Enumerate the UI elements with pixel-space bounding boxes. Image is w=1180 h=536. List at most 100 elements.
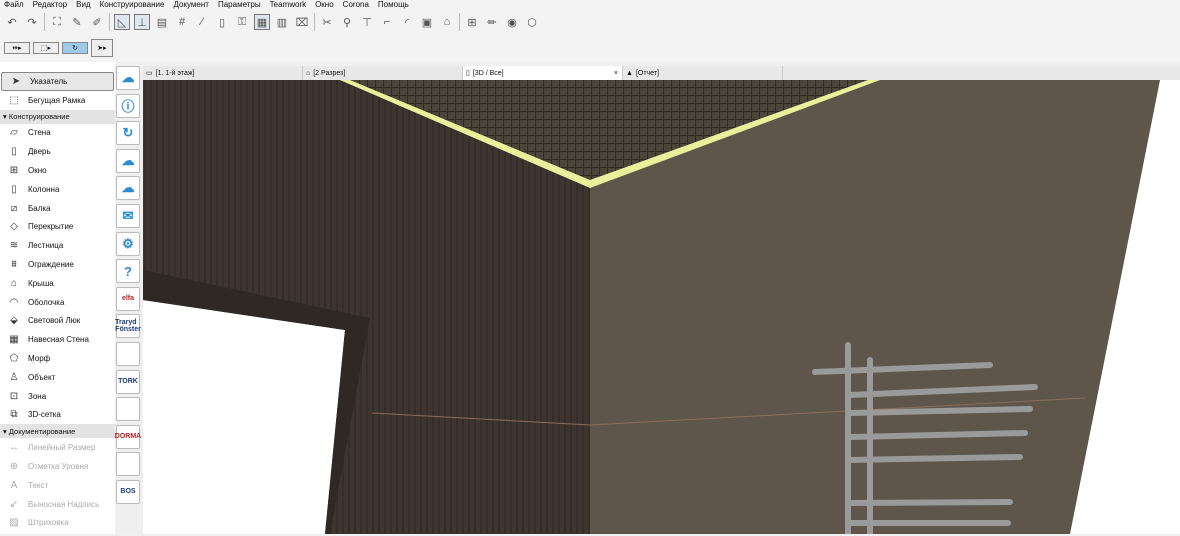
plugin-button[interactable]: elfa [116,286,140,311]
menu-item[interactable]: Конструирование [100,0,165,10]
tool-slab[interactable]: ◇ Перекрытие [0,218,115,237]
grid-icon[interactable]: # [174,14,190,30]
arc-icon[interactable]: ◜ [399,14,415,30]
tool-beam[interactable]: ⧄ Балка [0,199,115,218]
toolbox-grip [0,62,115,72]
plugin-button[interactable]: ? [116,259,140,284]
eyedropper-icon[interactable]: ✎ [69,14,85,30]
tool-window[interactable]: ⊞ Окно [0,161,115,180]
renovation-icon[interactable]: ▦ [254,14,270,30]
tool-door[interactable]: ▯ Дверь [0,142,115,161]
plugin-icon: ☁ [121,70,135,85]
menu-item[interactable]: Файл [4,0,24,10]
slab-icon: ◇ [10,221,18,233]
layer-icon[interactable]: ▤ [154,14,170,30]
lock-icon[interactable]: ⚿ [234,14,250,30]
tool-stair[interactable]: ≋ Лестница [0,236,115,255]
tool-wall[interactable]: ▱ Стена [0,124,115,143]
tool-text[interactable]: A Текст [0,476,115,495]
home-icon[interactable]: ⌂ [439,14,455,30]
plugin-button[interactable]: ⓘ [116,93,140,118]
scissors-icon[interactable]: ✂ [319,14,335,30]
tool-skylight[interactable]: ⬙ Световой Люк [0,312,115,331]
menu-item[interactable]: Окно [315,0,334,10]
plugin-palette: ☁ ⓘ ↻ ☁ ☁ ✉ ⚙? elfa Traryd Fönster TORK DORMA BOS [115,66,142,534]
plugin-button[interactable]: ⚙ [116,231,140,256]
redo-icon[interactable]: ↷ [24,14,40,30]
render-icon[interactable]: ◉ [504,14,520,30]
plugin-button[interactable]: DORMA [115,424,141,449]
plugin-button[interactable]: ↻ [116,121,140,146]
plugin-logo: Traryd Fönster [115,319,141,334]
fillet-icon[interactable]: ⌐ [379,14,395,30]
view-icon[interactable]: ⬡ [524,14,540,30]
tool-label[interactable]: ↙ Выносная Надпись [0,495,115,514]
tool-railing[interactable]: ⩩ Ограждение [0,255,115,274]
plugin-button[interactable]: ✉ [116,203,140,228]
tool-object[interactable]: ♙ Объект [0,368,115,387]
magic-icon[interactable]: ⚲ [339,14,355,30]
undo-icon[interactable]: ↶ [4,14,20,30]
syringe-icon[interactable]: ✐ [89,14,105,30]
tab-view[interactable]: ▭ [1. 1-й этаж] [143,66,303,80]
table-icon[interactable]: ▥ [274,14,290,30]
selection-mode-button[interactable]: ⇹▸ [4,42,30,54]
tool-column[interactable]: ▯ Колонна [0,180,115,199]
plugin-button[interactable] [116,452,140,477]
section-design[interactable]: ▾ Конструирование [0,109,115,124]
select-icon[interactable]: ⛶ [49,14,65,30]
tool-shell[interactable]: ◠ Оболочка [0,293,115,312]
page-icon[interactable]: ▯ [214,14,230,30]
view-icon: ▲ [626,69,633,77]
menu-item[interactable]: Corona [343,0,369,10]
snap-icon[interactable]: ⊥ [134,14,150,30]
plugin-button[interactable]: ☁ [116,66,140,90]
tool-roof[interactable]: ⌂ Крыша [0,274,115,293]
marquee-mode-button[interactable]: ⬚▸ [33,42,59,54]
plugin-icon: ✉ [122,207,134,223]
plugin-button[interactable]: BOS [116,479,140,504]
tab-view[interactable]: ▲ [Отчет] [623,66,783,80]
toolbox: ➤ Указатель ⬚ Бегущая Рамка ▾ Конструировани… [0,62,115,534]
tool-morph[interactable]: ⬠ Морф [0,349,115,368]
plugin-button[interactable]: ☁ [116,148,140,173]
menu-item[interactable]: Параметры [218,0,261,10]
brush-icon[interactable]: ✏ [484,14,500,30]
tool-level[interactable]: ⊕ Отметка Уровня [0,457,115,476]
tool-label: Крыша [28,278,54,288]
tool-curtain-wall[interactable]: ▦ Навесная Стена [0,330,115,349]
plugin-button[interactable]: ☁ [116,176,140,201]
box-icon[interactable]: ▣ [419,14,435,30]
tool-mesh[interactable]: ⧉ 3D-сетка [0,406,115,425]
pointer-tool-button[interactable]: ➤▸ [91,39,113,57]
tab-view[interactable]: ⌂ [2 Разрез] [303,66,463,80]
tool-zone[interactable]: ⊡ Зона [0,387,115,406]
tool-fill[interactable]: ▨ Штриховка [0,514,115,533]
level-icon: ⊕ [9,461,19,473]
tool-dimension[interactable]: ↔ Линейный Размер [0,438,115,457]
menu-item[interactable]: Документ [173,0,209,10]
plugin-button[interactable]: Traryd Fönster [115,314,141,339]
3d-viewport[interactable] [143,80,1180,536]
trim-icon[interactable]: ⊤ [359,14,375,30]
menu-item[interactable]: Вид [76,0,90,10]
tab-label: [Отчет] [635,69,659,77]
tool-pointer[interactable]: ➤ Указатель [1,72,114,91]
section-documentation[interactable]: ▾ Документирование [0,424,115,439]
plugin-button[interactable] [116,397,140,422]
plugin-button[interactable] [116,341,140,366]
menu-item[interactable]: Редактор [33,0,67,10]
tab-label: [1. 1-й этаж] [155,69,195,77]
plugin-button[interactable]: TORK [116,369,140,394]
group-icon[interactable]: ⊞ [464,14,480,30]
pen-icon[interactable]: ⁄ [194,14,210,30]
tab-view[interactable]: ▯ [3D / Все] × [463,66,623,80]
tool-label: Перекрытие [28,222,74,232]
cross-icon[interactable]: ⌧ [294,14,310,30]
close-icon[interactable]: × [614,70,618,77]
orbit-button[interactable]: ↻ [62,42,88,54]
tool-marquee[interactable]: ⬚ Бегущая Рамка [0,91,115,110]
guide-icon[interactable]: ◺ [114,14,130,30]
menu-item[interactable]: Помощь [378,0,409,10]
menu-item[interactable]: Teamwork [270,0,306,10]
